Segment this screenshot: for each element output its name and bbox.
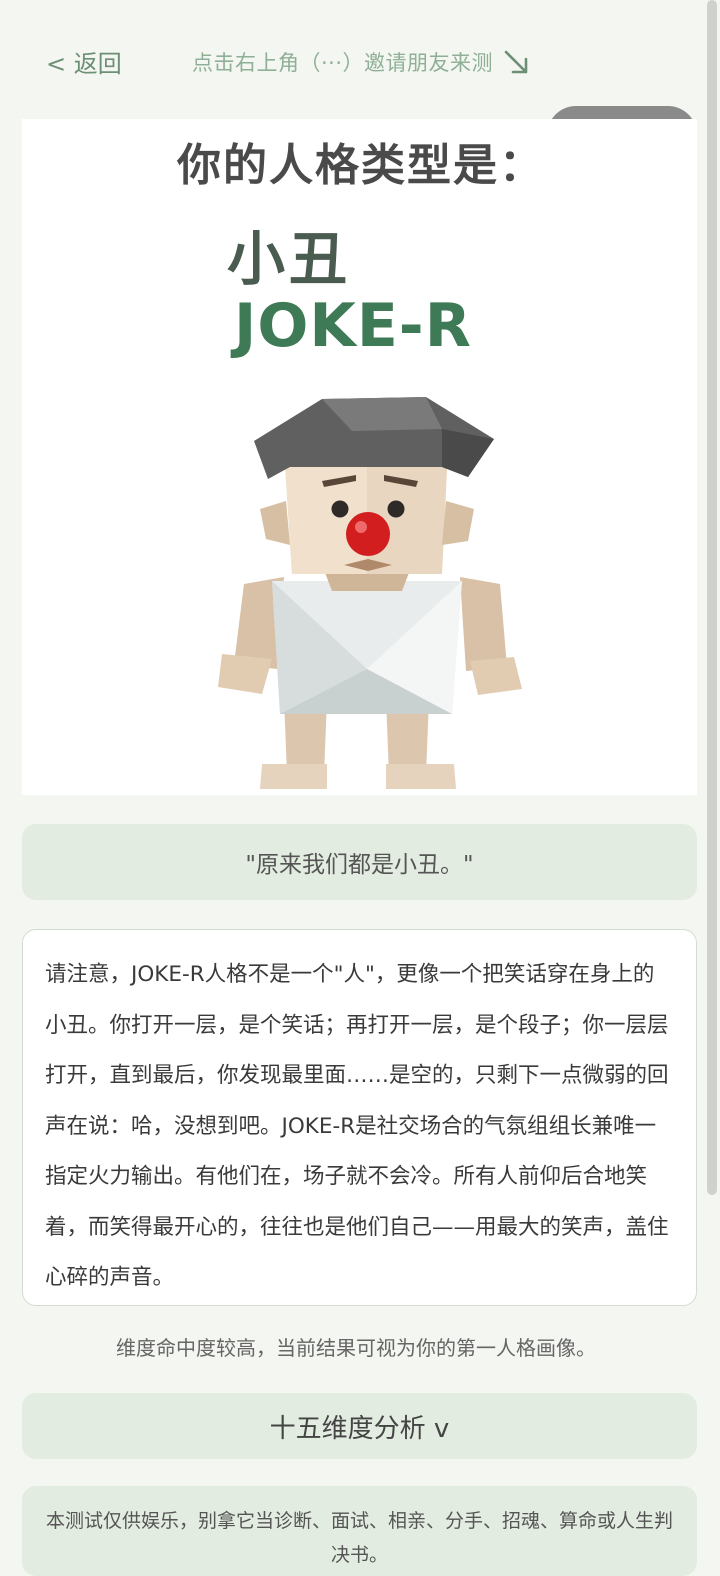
- disclaimer-text: 本测试仅供娱乐，别拿它当诊断、面试、相亲、分手、招魂、算命或人生判决书。: [46, 1510, 674, 1566]
- clown-figure-illustration: [218, 397, 522, 789]
- personality-code: JOKE-R: [234, 291, 472, 361]
- top-bar: < 返回 点击右上角（···）邀请朋友来测: [0, 0, 720, 118]
- scrollbar[interactable]: [707, 0, 717, 1195]
- personality-name: 小丑: [227, 225, 352, 293]
- description-card: 请注意，JOKE-R人格不是一个"人"，更像一个把笑话穿在身上的小丑。你打开一层…: [22, 929, 697, 1306]
- analysis-button-label: 十五维度分析 v: [269, 1413, 450, 1444]
- result-image: 你的人格类型是： 小丑 JOKE-R: [22, 119, 697, 795]
- quote-card: "原来我们都是小丑。": [22, 824, 697, 900]
- analysis-toggle-button[interactable]: 十五维度分析 v: [22, 1393, 697, 1459]
- back-button[interactable]: < 返回: [46, 44, 122, 79]
- match-note: 维度命中度较高，当前结果可视为你的第一人格画像。: [116, 1336, 596, 1360]
- quote-text: "原来我们都是小丑。": [245, 852, 474, 878]
- invite-text: 点击右上角（···）邀请朋友来测: [192, 51, 494, 75]
- description-text: 请注意，JOKE-R人格不是一个"人"，更像一个把笑话穿在身上的小丑。你打开一层…: [45, 962, 669, 1290]
- result-heading: 你的人格类型是：: [177, 140, 545, 191]
- arrow-down-right-icon: [501, 47, 531, 77]
- invite-hint: 点击右上角（···）邀请朋友来测: [192, 47, 531, 77]
- back-label: < 返回: [46, 50, 122, 78]
